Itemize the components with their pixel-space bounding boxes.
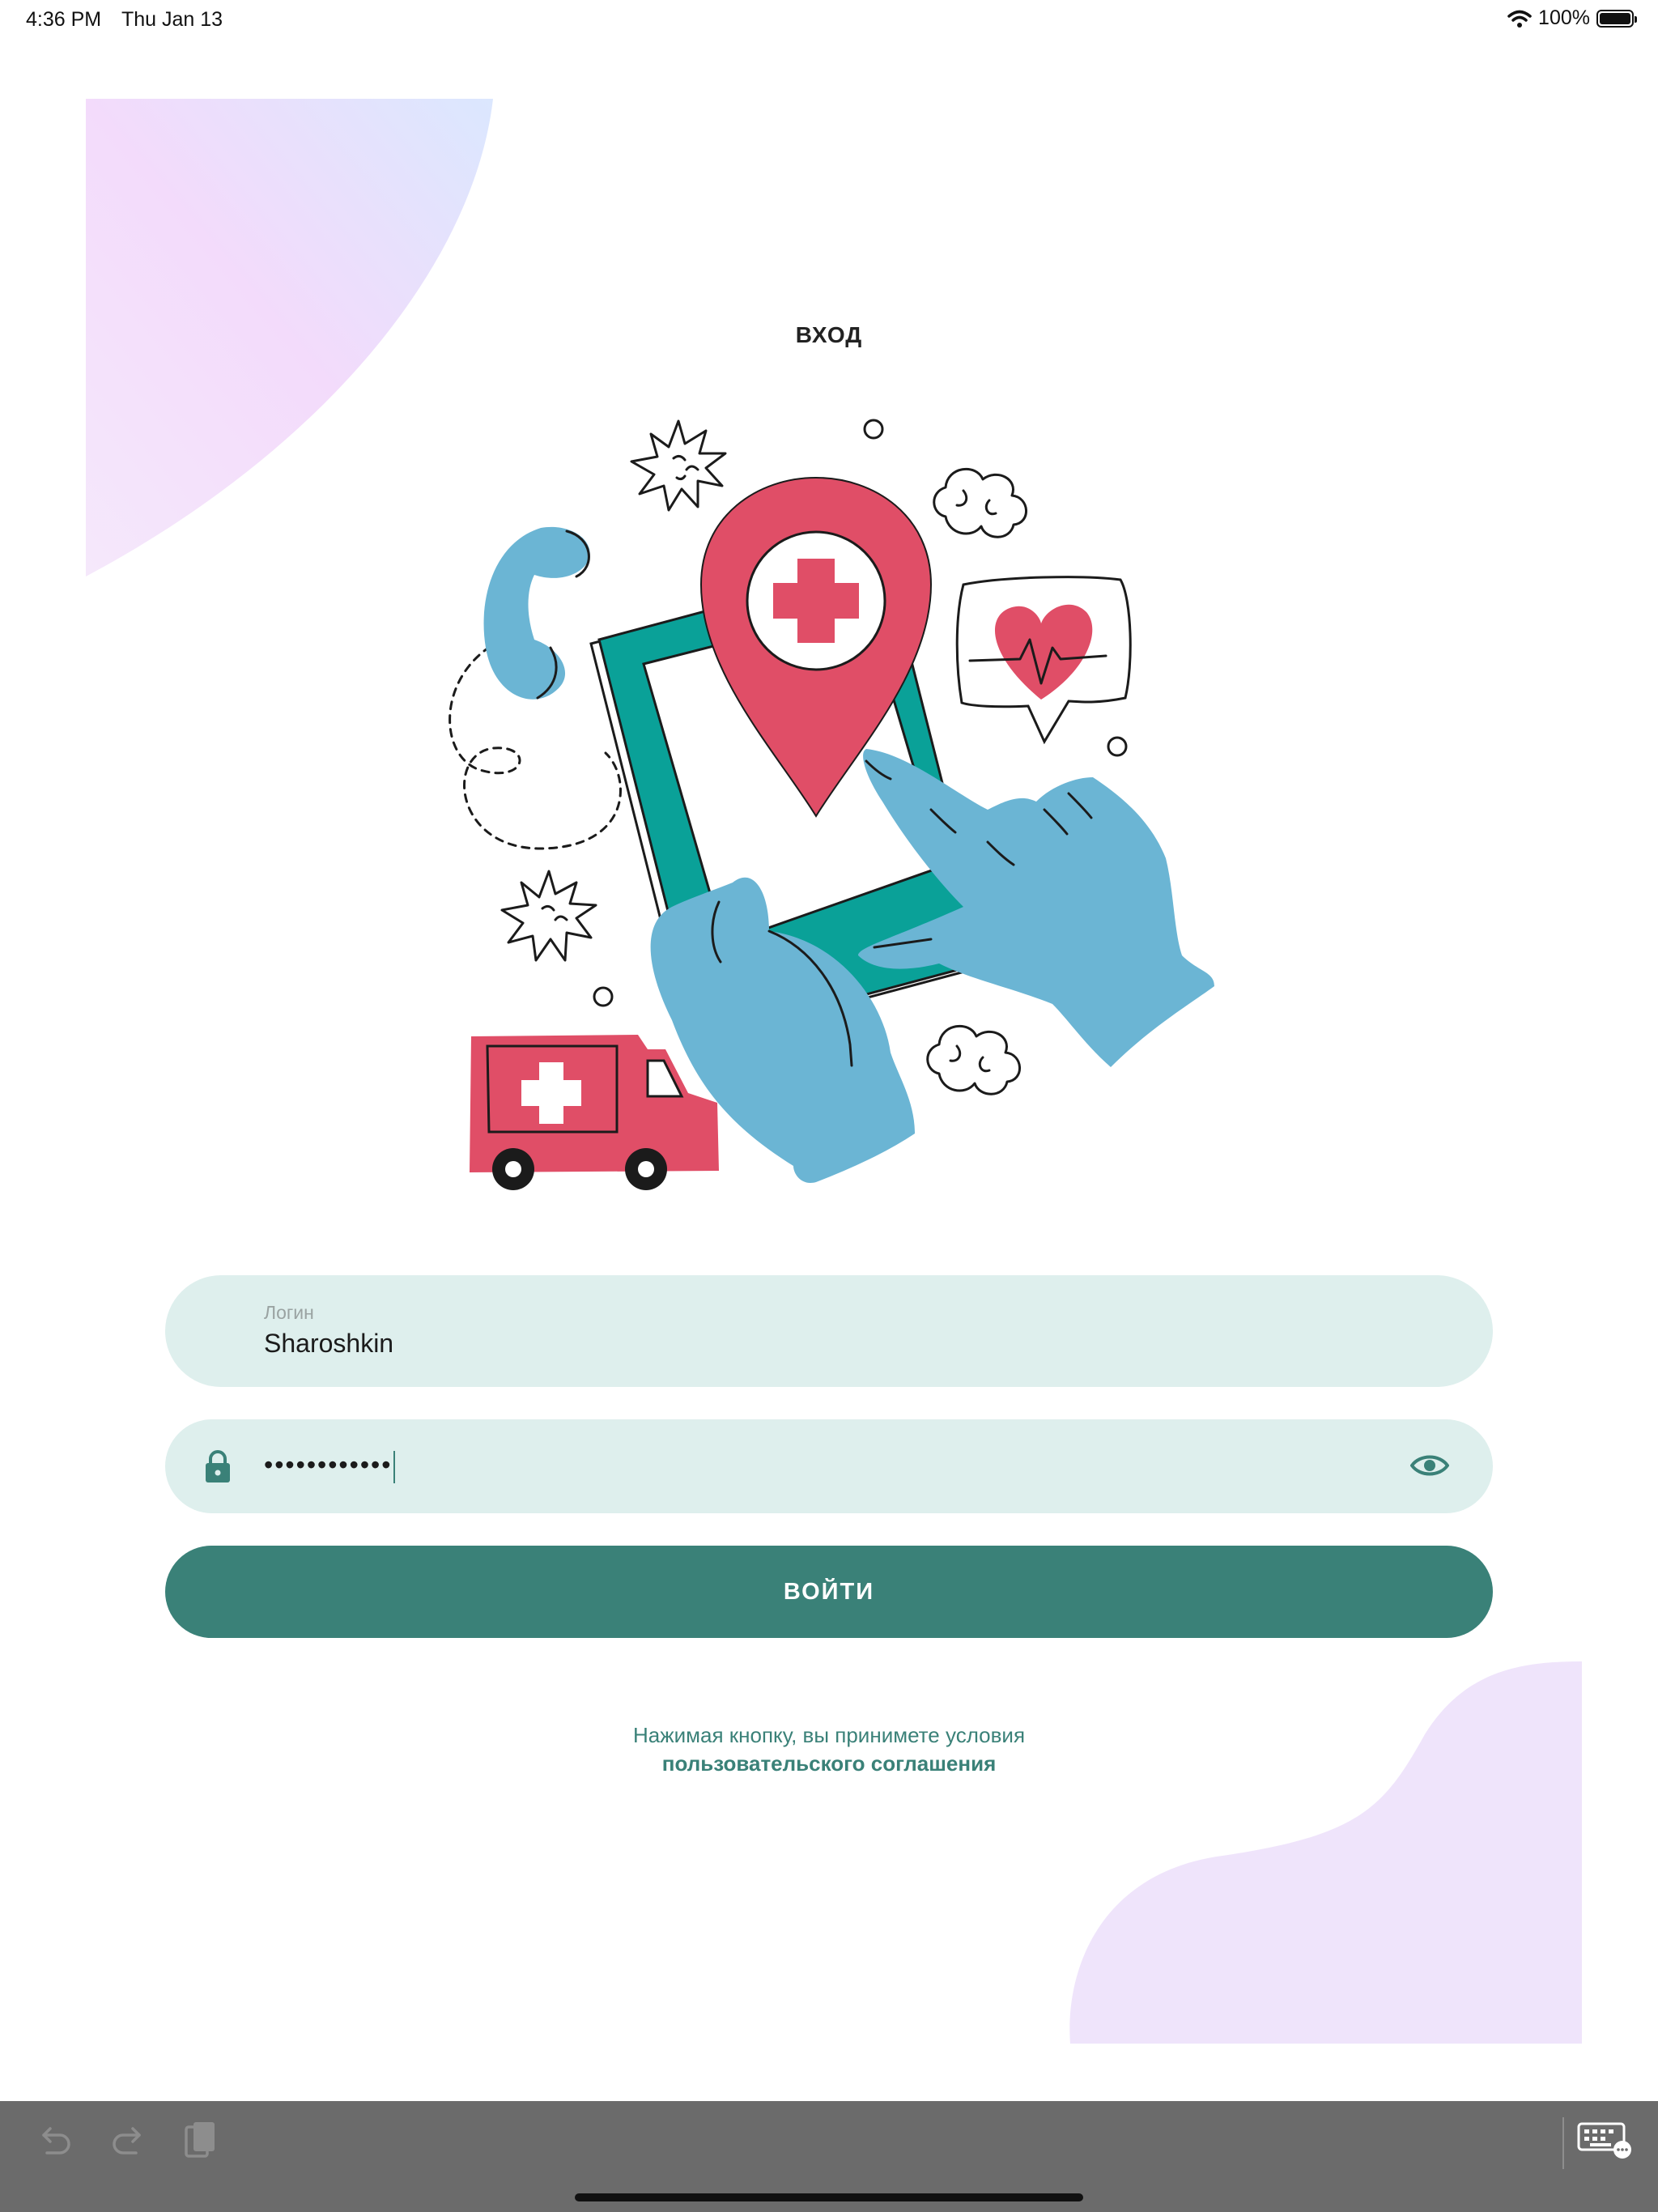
phone-receiver-icon: [483, 526, 590, 700]
lock-icon: [206, 1450, 230, 1482]
password-field[interactable]: ••••••••••••: [165, 1419, 1493, 1513]
medical-illustration: [449, 419, 1214, 1190]
password-masked-value: ••••••••••••: [264, 1450, 393, 1479]
keyboard-shortcut-bar: [0, 2101, 1658, 2212]
battery-icon: [1596, 9, 1637, 28]
terms-text: Нажимая кнопку, вы принимете условия: [632, 1723, 1026, 1747]
heart-monitor-bubble-icon: [955, 576, 1132, 745]
cloud-icon: [926, 1024, 1021, 1095]
home-indicator[interactable]: [575, 2193, 1083, 2201]
page-title: ВХОД: [795, 322, 863, 347]
decorative-blob-bottom: [1069, 1661, 1582, 2044]
battery-percentage: 100%: [1538, 6, 1590, 29]
login-field[interactable]: Логин Sharoshkin: [165, 1275, 1493, 1387]
virus-icon: [630, 419, 727, 512]
status-bar: 4:36 PM Thu Jan 13 100%: [0, 0, 1658, 40]
eye-icon[interactable]: [1410, 1452, 1449, 1479]
ambulance-icon: [470, 1035, 719, 1190]
paste-icon[interactable]: [183, 2119, 217, 2163]
wifi-icon: [1507, 10, 1532, 28]
undo-icon[interactable]: [36, 2122, 73, 2159]
redo-icon[interactable]: [110, 2122, 147, 2159]
toolbar-divider: [1562, 2117, 1564, 2169]
terms-notice: Нажимая кнопку, вы принимете условия пол…: [0, 1721, 1658, 1778]
terms-link[interactable]: пользовательского соглашения: [0, 1750, 1658, 1778]
status-indicators: 100%: [1507, 6, 1637, 30]
login-field-label: Логин: [264, 1302, 314, 1323]
virus-icon: [500, 870, 597, 962]
login-button[interactable]: ВОЙТИ: [165, 1546, 1493, 1638]
login-field-value[interactable]: Sharoshkin: [264, 1329, 393, 1359]
keyboard-icon[interactable]: [1577, 2121, 1632, 2159]
status-date: Thu Jan 13: [121, 8, 223, 31]
text-caret: [393, 1450, 396, 1483]
password-input[interactable]: ••••••••••••: [264, 1450, 396, 1483]
cloud-icon: [933, 467, 1027, 538]
status-time: 4:36 PM: [26, 8, 102, 31]
